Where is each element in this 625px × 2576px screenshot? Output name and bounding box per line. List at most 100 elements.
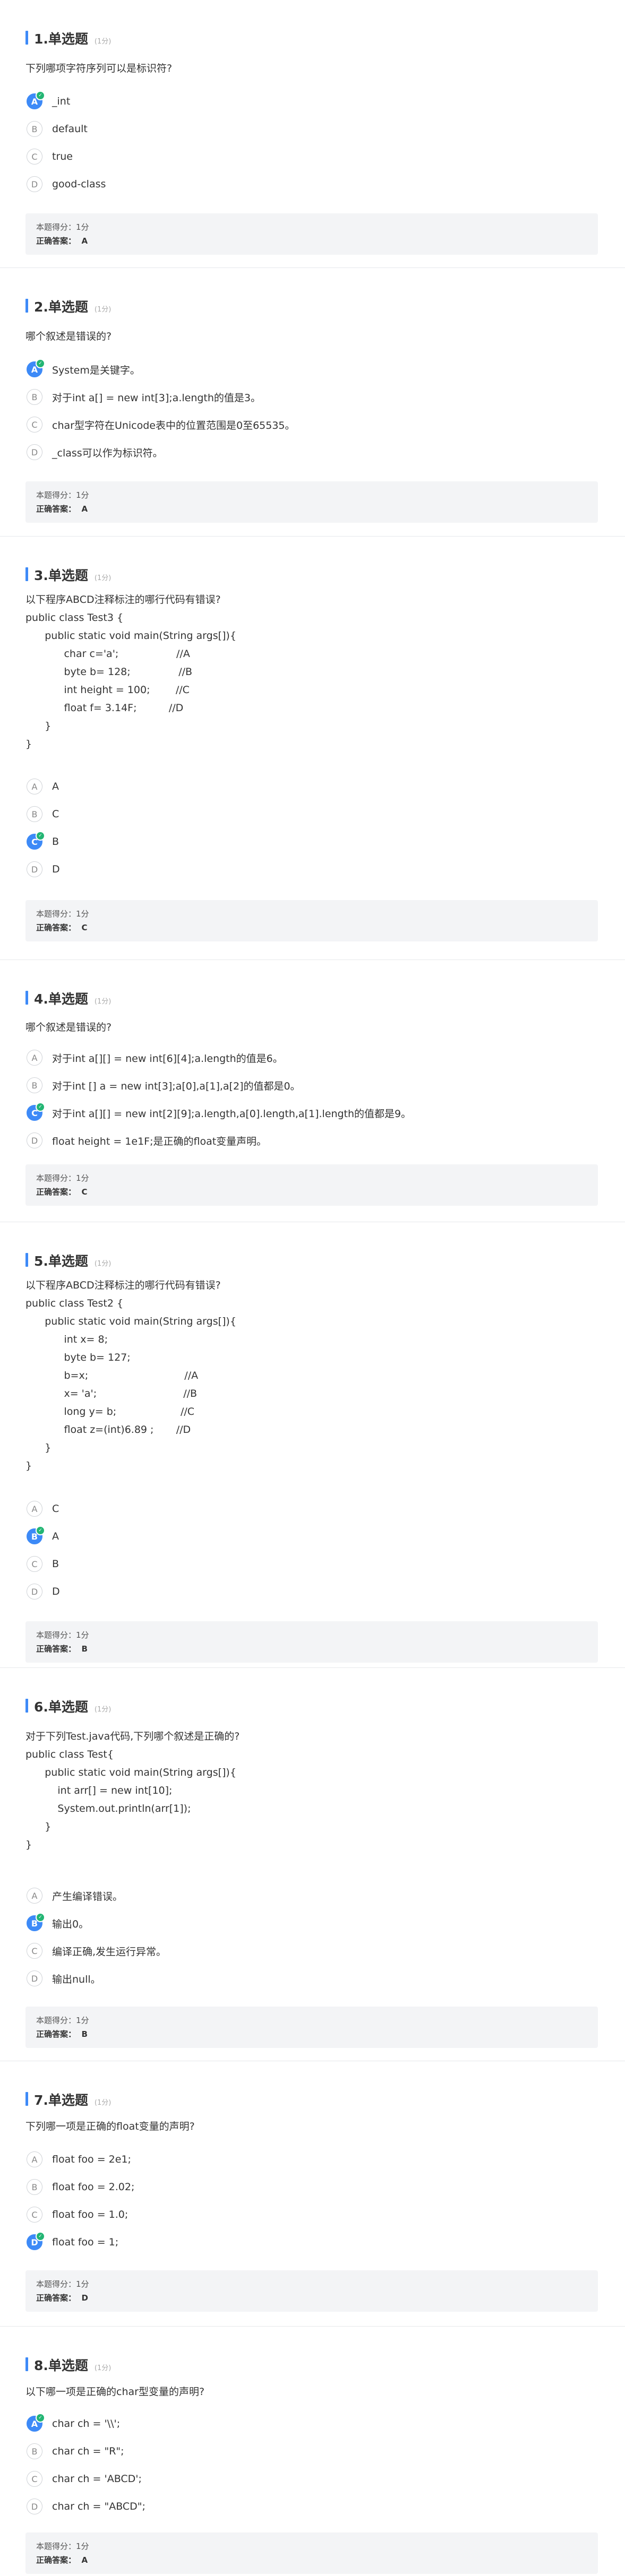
option-letter-c[interactable]: C <box>27 2471 42 2487</box>
option-letter-b[interactable]: B <box>27 2179 42 2195</box>
question-title: 1.单选题 <box>34 31 88 47</box>
question-stem: 哪个叙述是错误的? <box>25 331 112 342</box>
option-letter-a[interactable]: A <box>27 779 42 794</box>
option-d[interactable]: D float height = 1e1F;是正确的float变量声明。 <box>27 1131 267 1150</box>
accent-bar <box>25 299 28 313</box>
option-letter-b[interactable]: B <box>27 806 42 822</box>
option-text: System是关键字。 <box>52 364 140 376</box>
check-icon: ✓ <box>36 91 45 100</box>
option-b[interactable]: B ✓ 输出0。 <box>27 1913 89 1933</box>
option-c[interactable]: C char ch = 'ABCD'; <box>27 2469 142 2488</box>
option-a[interactable]: A A <box>27 777 59 796</box>
option-b[interactable]: B default <box>27 119 88 139</box>
option-letter-a[interactable]: A ✓ <box>27 359 45 377</box>
option-letter-a[interactable]: A ✓ <box>27 2413 45 2432</box>
option-a[interactable]: A 对于int a[][] = new int[6][4];a.length的值… <box>27 1048 283 1067</box>
option-text: C <box>52 1503 59 1515</box>
option-d[interactable]: D 输出null。 <box>27 1969 101 1988</box>
option-text: float foo = 1.0; <box>52 2209 129 2220</box>
check-icon: ✓ <box>36 831 45 841</box>
option-letter-b[interactable]: B <box>27 389 42 405</box>
option-c[interactable]: C 编译正确,发生运行异常。 <box>27 1941 166 1960</box>
score-line: 本题得分：1分 <box>36 222 89 232</box>
question-header: 4.单选题 (1分) <box>25 989 111 1008</box>
option-b[interactable]: B 对于int a[] = new int[3];a.length的值是3。 <box>27 387 261 407</box>
question-points: (1分) <box>94 38 112 46</box>
option-letter-c[interactable]: C <box>27 2207 42 2223</box>
option-letter-d[interactable]: D <box>27 444 42 460</box>
option-c[interactable]: C B <box>27 1554 59 1574</box>
option-letter-a[interactable]: A <box>27 1501 42 1517</box>
check-icon: ✓ <box>36 1526 45 1535</box>
option-letter-d[interactable]: D <box>27 861 42 877</box>
option-letter-d[interactable]: D <box>27 2499 42 2514</box>
option-letter-c[interactable]: C ✓ <box>27 831 45 850</box>
option-letter-d[interactable]: D ✓ <box>27 2232 45 2250</box>
option-letter-c[interactable]: C ✓ <box>27 1102 45 1121</box>
option-c[interactable]: C char型字符在Unicode表中的位置范围是0至65535。 <box>27 415 295 434</box>
question-stem: 以下程序ABCD注释标注的哪行代码有错误? public class Test2… <box>25 1280 236 1472</box>
option-a[interactable]: A float foo = 2e1; <box>27 2150 131 2169</box>
question-points: (1分) <box>94 2364 112 2372</box>
option-c[interactable]: C ✓ 对于int a[][] = new int[2][9];a.length,… <box>27 1102 411 1122</box>
option-a[interactable]: A ✓ System是关键字。 <box>27 359 140 379</box>
option-letter-d[interactable]: D <box>27 1584 42 1600</box>
option-text: float foo = 1; <box>52 2236 119 2248</box>
option-a[interactable]: A ✓ char ch = '\\'; <box>27 2413 120 2433</box>
check-icon: ✓ <box>36 2232 45 2241</box>
option-letter-c[interactable]: C <box>27 1943 42 1959</box>
question-points: (1分) <box>94 306 112 314</box>
option-letter-d[interactable]: D <box>27 1970 42 1986</box>
option-b[interactable]: B float foo = 2.02; <box>27 2177 134 2197</box>
option-b[interactable]: B ✓ A <box>27 1526 59 1546</box>
option-a[interactable]: A ✓ _int <box>27 91 70 111</box>
option-d[interactable]: D D <box>27 1582 60 1601</box>
option-a[interactable]: A 产生编译错误。 <box>27 1886 123 1905</box>
option-letter-b[interactable]: B <box>27 121 42 137</box>
option-letter-a[interactable]: A <box>27 2151 42 2167</box>
score-line: 本题得分：1分 <box>36 909 89 919</box>
accent-bar <box>25 2357 28 2371</box>
option-d[interactable]: D _class可以作为标识符。 <box>27 443 163 462</box>
question-points: (1分) <box>94 998 112 1006</box>
option-d[interactable]: D D <box>27 860 60 879</box>
question-stem: 哪个叙述是错误的? <box>25 1022 112 1033</box>
option-letter-d[interactable]: D <box>27 176 42 192</box>
question-stem: 下列哪项字符序列可以是标识符? <box>25 63 173 74</box>
option-letter-b[interactable]: B <box>27 1077 42 1093</box>
option-letter-c[interactable]: C <box>27 149 42 165</box>
result-box: 本题得分：1分 正确答案： D <box>25 2270 598 2312</box>
option-letter-b[interactable]: B <box>27 2443 42 2459</box>
option-c[interactable]: C float foo = 1.0; <box>27 2205 128 2224</box>
option-text: true <box>52 151 73 162</box>
option-text: 输出null。 <box>52 1973 101 1985</box>
option-text: good-class <box>52 178 106 190</box>
option-d[interactable]: D good-class <box>27 175 106 194</box>
option-d[interactable]: D ✓ float foo = 1; <box>27 2232 119 2252</box>
option-letter-b[interactable]: B ✓ <box>27 1913 45 1931</box>
option-b[interactable]: B 对于int [] a = new int[3];a[0],a[1],a[2]… <box>27 1076 301 1095</box>
option-letter-c[interactable]: C <box>27 417 42 433</box>
option-text: 产生编译错误。 <box>52 1890 123 1903</box>
option-letter-a[interactable]: A <box>27 1888 42 1904</box>
option-text: char ch = 'ABCD'; <box>52 2473 142 2485</box>
option-d[interactable]: D char ch = "ABCD"; <box>27 2497 145 2516</box>
option-text: 对于int [] a = new int[3];a[0],a[1],a[2]的值… <box>52 1080 301 1092</box>
accent-bar <box>25 1253 28 1267</box>
option-b[interactable]: B char ch = "R"; <box>27 2442 124 2461</box>
option-letter-c[interactable]: C <box>27 1556 42 1572</box>
option-text: char ch = "R"; <box>52 2445 124 2457</box>
option-letter-d[interactable]: D <box>27 1133 42 1148</box>
option-a[interactable]: A C <box>27 1499 59 1518</box>
option-letter-a[interactable]: A <box>27 1050 42 1066</box>
question-stem: 对于下列Test.java代码,下列哪个叙述是正确的? public class… <box>25 1731 240 1851</box>
question-points: (1分) <box>94 574 112 582</box>
option-b[interactable]: B C <box>27 805 59 824</box>
option-c[interactable]: C ✓ B <box>27 831 59 851</box>
option-c[interactable]: C true <box>27 147 73 166</box>
option-text: char型字符在Unicode表中的位置范围是0至65535。 <box>52 419 295 431</box>
option-text: B <box>52 1558 59 1570</box>
option-letter-b[interactable]: B ✓ <box>27 1526 45 1544</box>
question-header: 1.单选题 (1分) <box>25 29 111 48</box>
option-letter-a[interactable]: A ✓ <box>27 91 45 109</box>
